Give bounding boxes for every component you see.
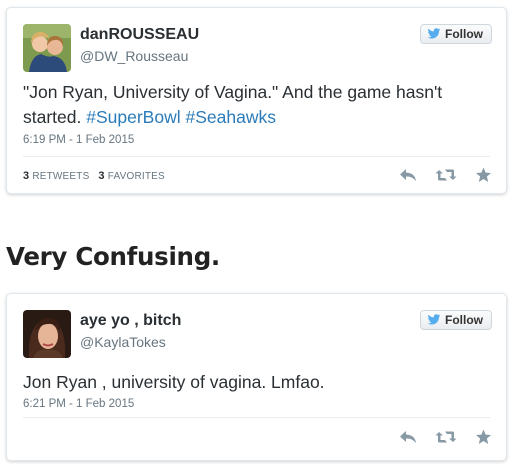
twitter-bird-icon bbox=[427, 314, 441, 325]
user-display-name[interactable]: danROUSSEAU bbox=[80, 26, 199, 44]
retweet-count-label[interactable]: RETWEETS bbox=[32, 171, 89, 182]
twitter-bird-icon bbox=[427, 28, 441, 39]
favorite-count[interactable]: 3 bbox=[98, 170, 104, 182]
divider bbox=[23, 156, 490, 157]
favorite-count-label[interactable]: FAVORITES bbox=[108, 171, 165, 182]
retweet-icon[interactable] bbox=[435, 167, 457, 183]
retweet-count[interactable]: 3 bbox=[23, 170, 29, 182]
tweet-actions bbox=[399, 167, 492, 183]
avatar[interactable] bbox=[23, 24, 71, 72]
tweet-card: danROUSSEAU @DW_Rousseau Follow "Jon Rya… bbox=[6, 7, 507, 194]
divider bbox=[23, 417, 490, 418]
follow-label: Follow bbox=[445, 27, 483, 41]
tweet-text: "Jon Ryan, University of Vagina." And th… bbox=[23, 80, 490, 130]
page-heading: Very Confusing. bbox=[6, 242, 220, 271]
tweet-timestamp[interactable]: 6:21 PM - 1 Feb 2015 bbox=[23, 398, 134, 410]
follow-label: Follow bbox=[445, 313, 483, 327]
follow-button[interactable]: Follow bbox=[420, 24, 492, 44]
user-handle[interactable]: @KaylaTokes bbox=[80, 334, 166, 350]
tweet-text: Jon Ryan , university of vagina. Lmfao. bbox=[23, 372, 325, 392]
tweet-timestamp[interactable]: 6:19 PM - 1 Feb 2015 bbox=[23, 134, 134, 146]
reply-icon[interactable] bbox=[399, 167, 417, 183]
tweet-actions bbox=[399, 429, 492, 445]
hashtag-link[interactable]: #Seahawks bbox=[185, 107, 275, 127]
hashtag-link[interactable]: #SuperBowl bbox=[86, 107, 180, 127]
star-icon[interactable] bbox=[475, 167, 492, 183]
user-display-name[interactable]: aye yo , bitch bbox=[80, 312, 181, 330]
star-icon[interactable] bbox=[475, 429, 492, 445]
retweet-icon[interactable] bbox=[435, 429, 457, 445]
follow-button[interactable]: Follow bbox=[420, 310, 492, 330]
tweet-card: aye yo , bitch @KaylaTokes Follow Jon Ry… bbox=[6, 293, 507, 461]
avatar[interactable] bbox=[23, 310, 71, 358]
tweet-stats: 3 RETWEETS 3 FAVORITES bbox=[23, 170, 165, 182]
user-handle[interactable]: @DW_Rousseau bbox=[80, 48, 188, 64]
reply-icon[interactable] bbox=[399, 429, 417, 445]
